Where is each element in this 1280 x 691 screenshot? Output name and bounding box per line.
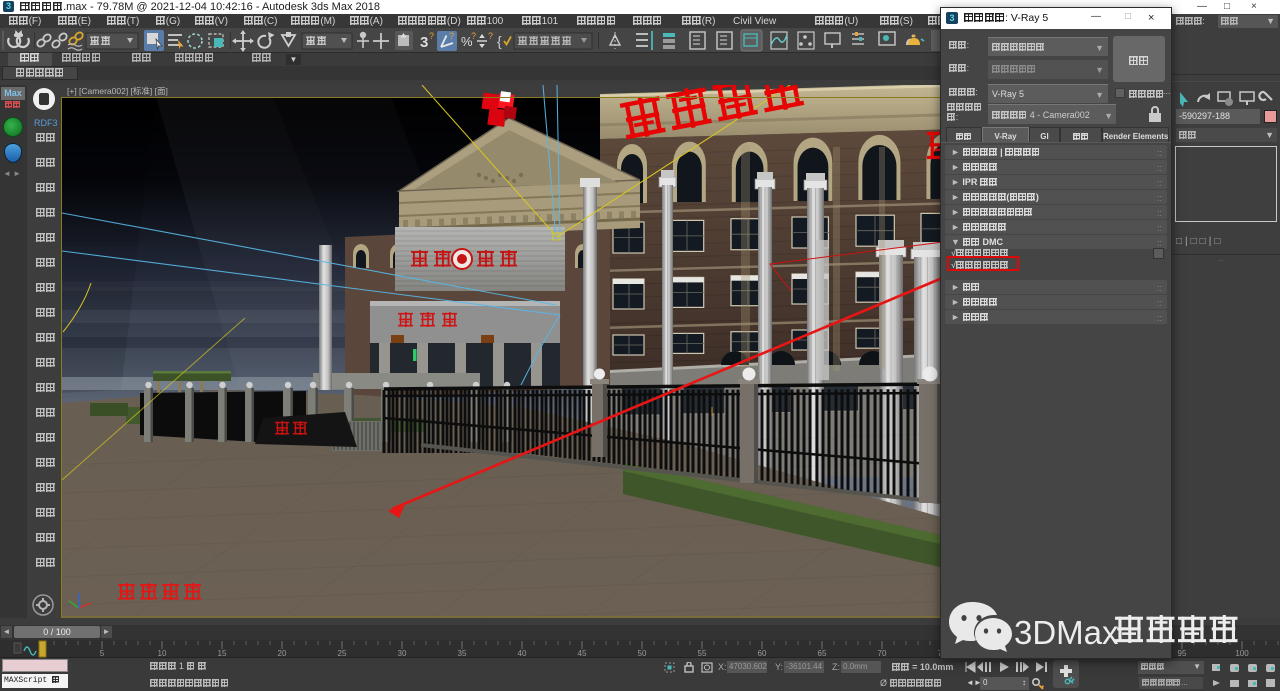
svg-text:?: ? bbox=[429, 31, 434, 41]
svg-text:50: 50 bbox=[638, 649, 647, 658]
svg-text:?: ? bbox=[488, 31, 493, 41]
svg-text:30: 30 bbox=[398, 649, 407, 658]
svg-text:65: 65 bbox=[818, 649, 827, 658]
svg-text:?: ? bbox=[471, 31, 476, 41]
svg-text:20: 20 bbox=[278, 649, 287, 658]
svg-text:10: 10 bbox=[158, 649, 167, 658]
svg-text:3DMax: 3DMax bbox=[1014, 614, 1119, 651]
svg-text:70: 70 bbox=[878, 649, 887, 658]
svg-text:25: 25 bbox=[338, 649, 347, 658]
svg-text:?: ? bbox=[449, 31, 454, 41]
svg-text:35: 35 bbox=[458, 649, 467, 658]
svg-text:[+] [Camera002] [标准] [面]: [+] [Camera002] [标准] [面] bbox=[67, 86, 168, 96]
svg-text:5: 5 bbox=[100, 649, 105, 658]
svg-text:3: 3 bbox=[420, 34, 428, 51]
svg-text:{: { bbox=[497, 33, 502, 49]
svg-text:55: 55 bbox=[698, 649, 707, 658]
svg-text:15: 15 bbox=[218, 649, 227, 658]
svg-text:45: 45 bbox=[578, 649, 587, 658]
svg-text:60: 60 bbox=[758, 649, 767, 658]
svg-text:40: 40 bbox=[518, 649, 527, 658]
